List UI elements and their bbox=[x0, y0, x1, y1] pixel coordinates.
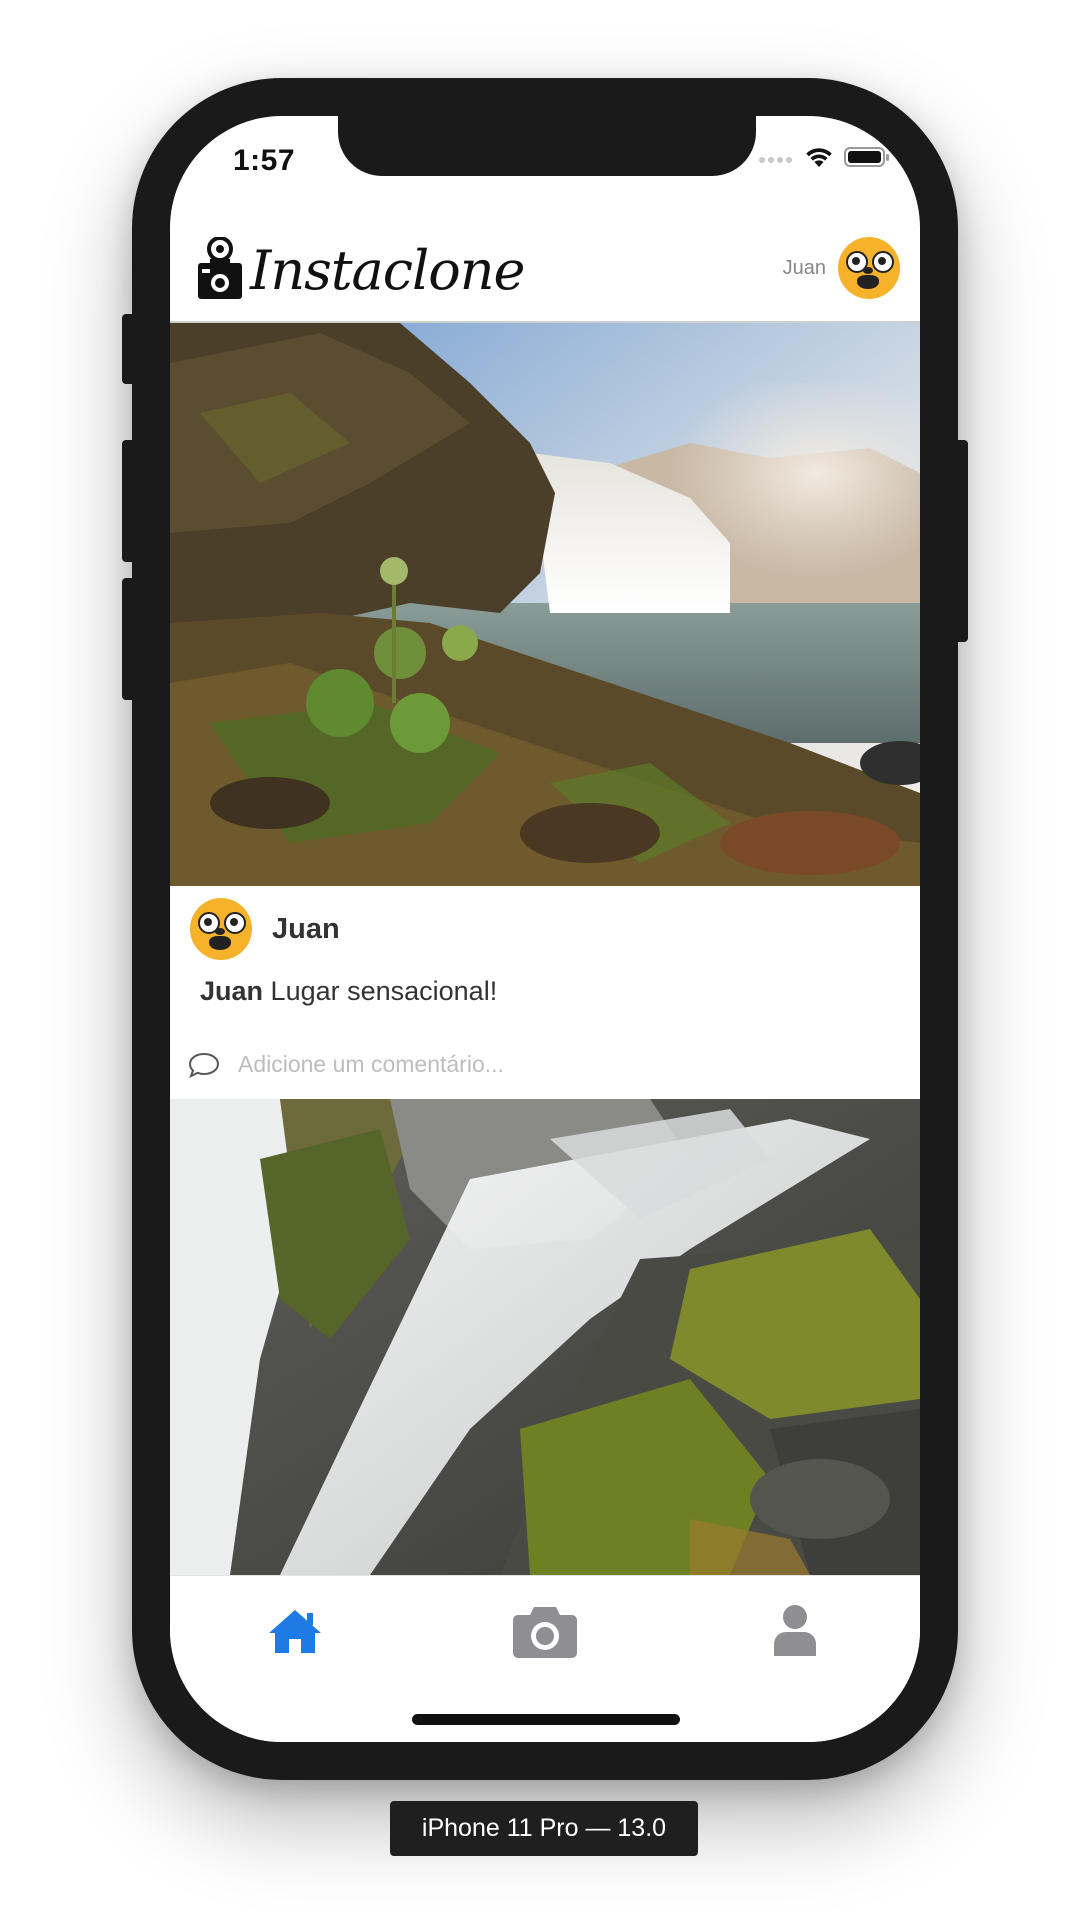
avatar[interactable] bbox=[838, 237, 900, 299]
caption-text: Lugar sensacional! bbox=[270, 976, 498, 1006]
header-user[interactable]: Juan bbox=[783, 237, 900, 299]
avatar[interactable] bbox=[190, 898, 252, 960]
comment-icon bbox=[188, 1052, 220, 1078]
user-icon bbox=[774, 1605, 816, 1656]
signal-icon bbox=[759, 157, 792, 163]
phone-frame: 1:57 Instaclone Juan Juan Juan Lugar sen… bbox=[132, 78, 958, 1780]
tab-camera[interactable] bbox=[505, 1596, 585, 1666]
post-caption: Juan Lugar sensacional! bbox=[200, 976, 497, 1007]
camera-logo-icon bbox=[198, 237, 242, 299]
status-icons bbox=[758, 146, 890, 168]
camera-icon bbox=[513, 1607, 577, 1658]
wifi-icon bbox=[806, 148, 832, 167]
post-author[interactable]: Juan bbox=[190, 898, 340, 960]
app-logo-text: Instaclone bbox=[250, 239, 525, 302]
waterfall-closeup-photo bbox=[170, 1099, 920, 1575]
comment-row bbox=[188, 1050, 840, 1079]
home-icon bbox=[269, 1610, 321, 1653]
post-photo[interactable] bbox=[170, 1099, 920, 1575]
tab-profile[interactable] bbox=[755, 1596, 835, 1666]
tab-home[interactable] bbox=[255, 1596, 335, 1666]
post-photo[interactable] bbox=[170, 323, 920, 886]
phone-screen: 1:57 Instaclone Juan Juan Juan Lugar sen… bbox=[170, 116, 920, 1742]
waterfall-photo bbox=[170, 323, 920, 886]
post-author-name[interactable]: Juan bbox=[272, 913, 340, 946]
header-user-name: Juan bbox=[782, 256, 826, 279]
caption-author: Juan bbox=[200, 976, 264, 1006]
status-time: 1:57 bbox=[233, 144, 296, 177]
notch bbox=[338, 116, 756, 176]
home-indicator bbox=[412, 1714, 680, 1725]
simulator-device-label: iPhone 11 Pro — 13.0 bbox=[390, 1801, 698, 1856]
comment-input[interactable] bbox=[236, 1050, 840, 1079]
app-header: Instaclone Juan bbox=[170, 211, 920, 323]
battery-icon bbox=[844, 147, 889, 167]
